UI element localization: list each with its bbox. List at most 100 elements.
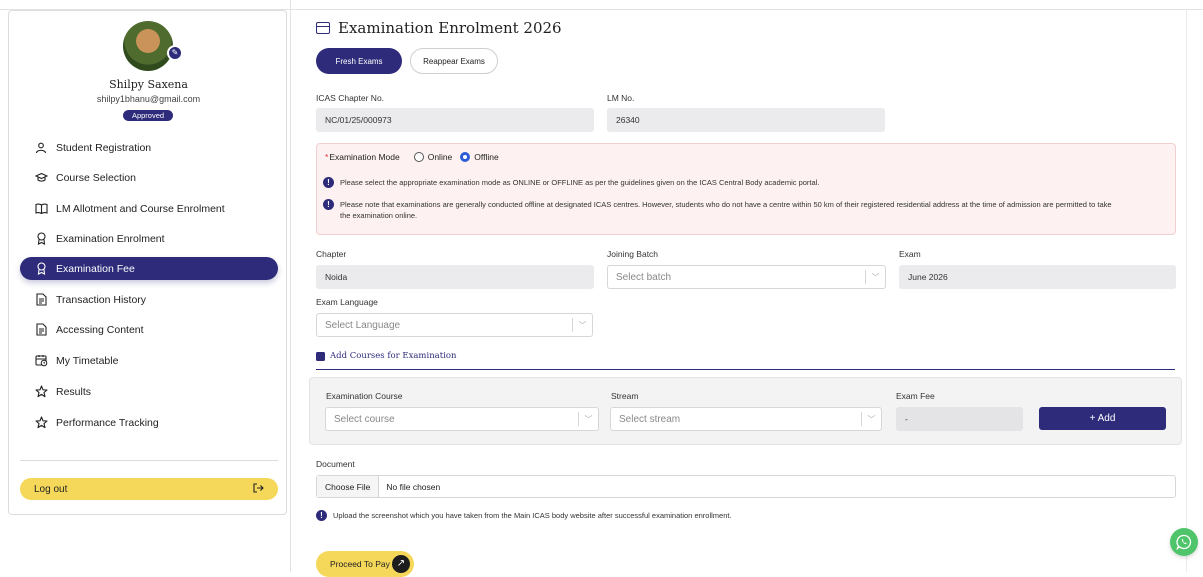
courses-heading-text: Add Courses for Examination — [330, 351, 457, 361]
card-icon — [316, 22, 330, 34]
section-icon — [316, 351, 325, 361]
page-title: Examination Enrolment 2026 — [316, 19, 562, 37]
exam-mode-label: Examination Mode — [329, 152, 400, 162]
tab-fresh-exams[interactable]: Fresh Exams — [316, 48, 402, 74]
avatar — [123, 21, 173, 71]
document-file-input[interactable]: Choose File No file chosen — [316, 475, 1176, 498]
exam-fee-label: Exam Fee — [896, 391, 935, 401]
sidebar-item-label: Examination Fee — [56, 262, 135, 275]
tab-reappear-exams[interactable]: Reappear Exams — [410, 48, 498, 74]
exam-label: Exam — [899, 249, 921, 259]
content-border — [1186, 10, 1187, 572]
sidebar-item-label: Examination Enrolment — [56, 232, 165, 245]
sidebar-divider-line — [20, 460, 278, 461]
sidebar-item-label: Accessing Content — [56, 323, 144, 336]
chapter-no-field: NC/01/25/000973 — [316, 108, 594, 132]
exam-field: June 2026 — [899, 265, 1176, 289]
chapter-label: Chapter — [316, 249, 347, 259]
status-badge: Approved — [123, 110, 173, 121]
sidebar-item-examination-fee[interactable]: Examination Fee — [20, 257, 278, 280]
file-status: No file chosen — [386, 481, 441, 492]
online-radio[interactable] — [413, 152, 424, 162]
sidebar-item-my-timetable[interactable]: My Timetable — [20, 349, 278, 372]
page-title-text: Examination Enrolment 2026 — [338, 19, 562, 37]
user-name: Shilpy Saxena — [109, 78, 188, 91]
stream-label: Stream — [611, 391, 639, 401]
stream-select[interactable]: Select stream ﹀ — [610, 407, 882, 431]
courses-section-heading: Add Courses for Examination — [316, 351, 456, 361]
arrow-up-right-icon: ↗ — [392, 555, 410, 573]
online-radio-label: Online — [427, 152, 453, 162]
offline-radio-label: Offline — [474, 152, 499, 162]
document-icon — [34, 293, 48, 307]
examination-course-select[interactable]: Select course ﹀ — [325, 407, 599, 431]
exam-language-select[interactable]: Select Language ﹀ — [316, 313, 593, 337]
stream-placeholder: Select stream — [619, 413, 681, 425]
sidebar-item-course-selection[interactable]: Course Selection — [20, 166, 278, 189]
sidebar: ✎ Shilpy Saxena shilpy1bhanu@gmail.com A… — [8, 10, 287, 515]
logout-icon — [253, 482, 264, 496]
sidebar-item-label: Results — [56, 385, 92, 398]
chevron-down-icon: ﹀ — [572, 318, 592, 332]
sidebar-item-transaction-history[interactable]: Transaction History — [20, 288, 278, 311]
user-icon — [34, 141, 48, 155]
sidebar-item-label: Transaction History — [56, 293, 147, 306]
user-email: shilpy1bhanu@gmail.com — [96, 94, 201, 104]
sidebar-item-lm-allotment[interactable]: LM Allotment and Course Enrolment — [20, 197, 278, 220]
proceed-to-pay-button[interactable]: Proceed To Pay ↗ — [316, 551, 414, 577]
offline-radio[interactable] — [460, 152, 471, 162]
whatsapp-chat-button[interactable] — [1170, 528, 1198, 556]
sidebar-item-label: Student Registration — [56, 141, 152, 154]
sidebar-divider — [290, 0, 291, 572]
upload-note: ! Upload the screenshot which you have t… — [316, 510, 732, 521]
chevron-down-icon: ﹀ — [861, 412, 881, 426]
logout-label: Log out — [34, 483, 68, 495]
chapter-no-label: ICAS Chapter No. — [316, 93, 385, 103]
examination-course-label: Examination Course — [326, 391, 403, 401]
examination-course-placeholder: Select course — [334, 413, 395, 425]
book-open-icon — [34, 202, 48, 216]
proceed-label: Proceed To Pay — [330, 559, 390, 569]
exam-mode-row: * Examination Mode Online Offline — [325, 152, 499, 162]
notice-item: ! Please select the appropriate examinat… — [323, 177, 1163, 188]
notice-item: ! Please note that examinations are gene… — [323, 199, 1123, 221]
info-icon: ! — [323, 177, 334, 188]
sidebar-item-label: My Timetable — [56, 354, 119, 367]
joining-batch-placeholder: Select batch — [616, 271, 672, 283]
badge-icon — [34, 232, 48, 246]
chevron-down-icon: ﹀ — [865, 270, 885, 284]
joining-batch-select[interactable]: Select batch ﹀ — [607, 265, 886, 289]
document-label: Document — [316, 459, 355, 469]
star-icon — [34, 416, 48, 430]
star-icon — [34, 385, 48, 399]
graduation-cap-icon — [34, 171, 48, 185]
document-icon — [34, 323, 48, 337]
sidebar-item-student-registration[interactable]: Student Registration — [20, 136, 278, 159]
exam-language-label: Exam Language — [316, 297, 378, 307]
notice-text: Please select the appropriate examinatio… — [340, 178, 820, 187]
chevron-down-icon: ﹀ — [578, 412, 598, 426]
sidebar-item-accessing-content[interactable]: Accessing Content — [20, 318, 278, 341]
calendar-clock-icon — [34, 354, 48, 368]
section-underline — [316, 369, 1175, 370]
exam-language-placeholder: Select Language — [325, 319, 401, 331]
add-course-button[interactable]: + Add — [1039, 407, 1166, 430]
badge-icon — [34, 262, 48, 276]
joining-batch-label: Joining Batch — [607, 249, 659, 259]
logout-button[interactable]: Log out — [20, 478, 278, 500]
sidebar-item-label: LM Allotment and Course Enrolment — [56, 202, 225, 215]
sidebar-item-label: Performance Tracking — [56, 416, 159, 429]
required-mark: * — [325, 152, 329, 162]
sidebar-item-performance-tracking[interactable]: Performance Tracking — [20, 411, 278, 434]
sidebar-item-label: Course Selection — [56, 171, 136, 184]
choose-file-button[interactable]: Choose File — [317, 476, 380, 497]
sidebar-item-examination-enrolment[interactable]: Examination Enrolment — [20, 227, 278, 250]
sidebar-item-results[interactable]: Results — [20, 380, 278, 403]
exam-fee-field: - — [896, 407, 1023, 431]
lm-no-label: LM No. — [607, 93, 635, 103]
exam-mode-notice: * Examination Mode Online Offline ! Plea… — [316, 143, 1176, 235]
upload-note-text: Upload the screenshot which you have tak… — [333, 511, 732, 520]
edit-avatar-icon[interactable]: ✎ — [167, 45, 183, 61]
chapter-field: Noida — [316, 265, 594, 289]
info-icon: ! — [323, 199, 334, 210]
